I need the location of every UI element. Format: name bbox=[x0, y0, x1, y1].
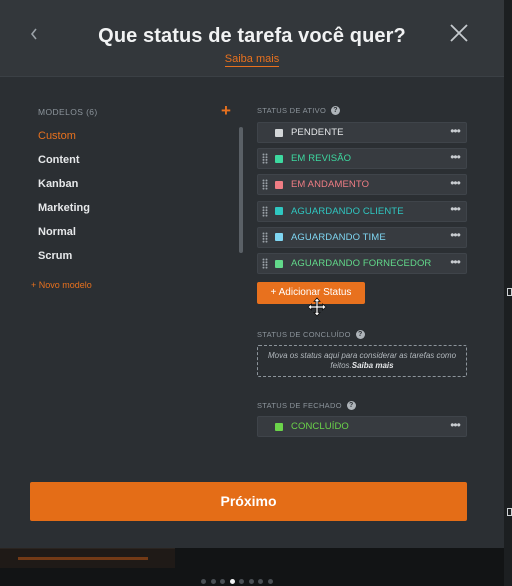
modal-header: Que status de tarefa você quer? Saiba ma… bbox=[0, 0, 504, 77]
active-status-label-text: STATUS DE ATIVO bbox=[257, 106, 327, 115]
model-item-kanban[interactable]: Kanban bbox=[38, 177, 90, 201]
model-list: Custom Content Kanban Marketing Normal Scrum bbox=[38, 129, 90, 273]
model-item-content[interactable]: Content bbox=[38, 153, 90, 177]
pagination-dot[interactable] bbox=[258, 579, 263, 584]
status-row[interactable]: PENDENTE ••• bbox=[257, 122, 467, 143]
drag-handle-icon[interactable] bbox=[258, 227, 272, 248]
status-name[interactable]: EM ANDAMENTO bbox=[291, 179, 444, 190]
pagination-dots bbox=[201, 579, 273, 584]
status-row[interactable]: CONCLUÍDO ••• bbox=[257, 416, 467, 437]
add-model-plus-icon[interactable]: + bbox=[221, 101, 231, 121]
background-bar bbox=[0, 548, 175, 568]
model-item-scrum[interactable]: Scrum bbox=[38, 249, 90, 273]
status-row[interactable]: AGUARDANDO FORNECEDOR ••• bbox=[257, 253, 467, 274]
models-label: MODELOS (6) bbox=[38, 107, 98, 117]
pagination-dot[interactable] bbox=[248, 579, 254, 584]
drag-handle-icon[interactable] bbox=[258, 253, 272, 274]
more-options-icon[interactable]: ••• bbox=[444, 151, 466, 165]
more-options-icon[interactable]: ••• bbox=[444, 177, 466, 191]
new-model-link[interactable]: + Novo modelo bbox=[31, 280, 92, 290]
close-button[interactable] bbox=[446, 20, 472, 46]
status-color-swatch[interactable] bbox=[275, 233, 283, 242]
pagination-dot[interactable] bbox=[229, 579, 235, 584]
close-icon bbox=[450, 24, 468, 42]
done-status-label-text: STATUS DE CONCLUÍDO bbox=[257, 330, 351, 339]
status-row[interactable]: AGUARDANDO TIME ••• bbox=[257, 226, 467, 248]
learn-more-line: Saiba mais bbox=[0, 53, 504, 67]
status-color-swatch[interactable] bbox=[275, 207, 283, 216]
model-list-scrollbar[interactable] bbox=[239, 127, 243, 253]
help-icon[interactable]: ? bbox=[346, 401, 356, 410]
status-name[interactable]: AGUARDANDO CLIENTE bbox=[291, 206, 444, 217]
status-row[interactable]: EM ANDAMENTO ••• bbox=[257, 174, 467, 196]
model-item-custom[interactable]: Custom bbox=[38, 129, 90, 153]
modal-title: Que status de tarefa você quer? bbox=[98, 25, 406, 47]
status-row[interactable]: EM REVISÃO ••• bbox=[257, 148, 467, 170]
status-name[interactable]: EM REVISÃO bbox=[291, 153, 444, 164]
model-item-marketing[interactable]: Marketing bbox=[38, 201, 90, 225]
drag-handle-icon[interactable] bbox=[258, 174, 272, 195]
closed-status-label-text: STATUS DE FECHADO bbox=[257, 401, 342, 410]
active-status-label: STATUS DE ATIVO ? bbox=[257, 106, 341, 115]
pagination-dot[interactable] bbox=[210, 579, 216, 584]
pagination-dot[interactable] bbox=[201, 579, 206, 584]
dropzone-learn-more-link[interactable]: Saiba mais bbox=[352, 361, 394, 370]
pagination-dot[interactable] bbox=[239, 579, 244, 584]
status-name[interactable]: AGUARDANDO FORNECEDOR bbox=[291, 258, 444, 269]
status-color-swatch[interactable] bbox=[275, 180, 283, 189]
move-cursor-icon bbox=[307, 297, 327, 317]
more-options-icon[interactable]: ••• bbox=[444, 203, 466, 217]
help-icon[interactable]: ? bbox=[331, 106, 341, 115]
status-name[interactable]: CONCLUÍDO bbox=[291, 421, 444, 432]
drag-handle-icon[interactable] bbox=[258, 201, 272, 222]
status-name[interactable]: AGUARDANDO TIME bbox=[291, 232, 444, 243]
closed-status-label: STATUS DE FECHADO ? bbox=[257, 401, 356, 410]
status-color-swatch[interactable] bbox=[275, 154, 283, 163]
more-options-icon[interactable]: ••• bbox=[444, 125, 466, 139]
drag-handle-icon[interactable] bbox=[258, 148, 272, 169]
background-handle-mark bbox=[507, 288, 512, 296]
learn-more-link[interactable]: Saiba mais bbox=[224, 53, 280, 67]
model-item-normal[interactable]: Normal bbox=[38, 225, 90, 249]
more-options-icon[interactable]: ••• bbox=[444, 419, 466, 433]
status-color-swatch[interactable] bbox=[275, 422, 283, 431]
more-options-icon[interactable]: ••• bbox=[444, 229, 466, 243]
next-button[interactable]: Próximo bbox=[30, 482, 467, 521]
pagination-dot[interactable] bbox=[220, 579, 225, 584]
done-status-label: STATUS DE CONCLUÍDO ? bbox=[257, 330, 365, 339]
done-status-dropzone[interactable]: Mova os status aqui para considerar as t… bbox=[257, 345, 467, 377]
background-handle-mark bbox=[507, 508, 512, 516]
more-options-icon[interactable]: ••• bbox=[444, 256, 466, 270]
help-icon[interactable]: ? bbox=[355, 330, 365, 339]
status-row[interactable]: AGUARDANDO CLIENTE ••• bbox=[257, 200, 467, 222]
status-color-swatch[interactable] bbox=[275, 259, 283, 268]
status-color-swatch[interactable] bbox=[275, 128, 283, 137]
status-setup-modal: Que status de tarefa você quer? Saiba ma… bbox=[0, 0, 504, 548]
status-name[interactable]: PENDENTE bbox=[291, 127, 444, 138]
pagination-dot[interactable] bbox=[267, 579, 273, 584]
